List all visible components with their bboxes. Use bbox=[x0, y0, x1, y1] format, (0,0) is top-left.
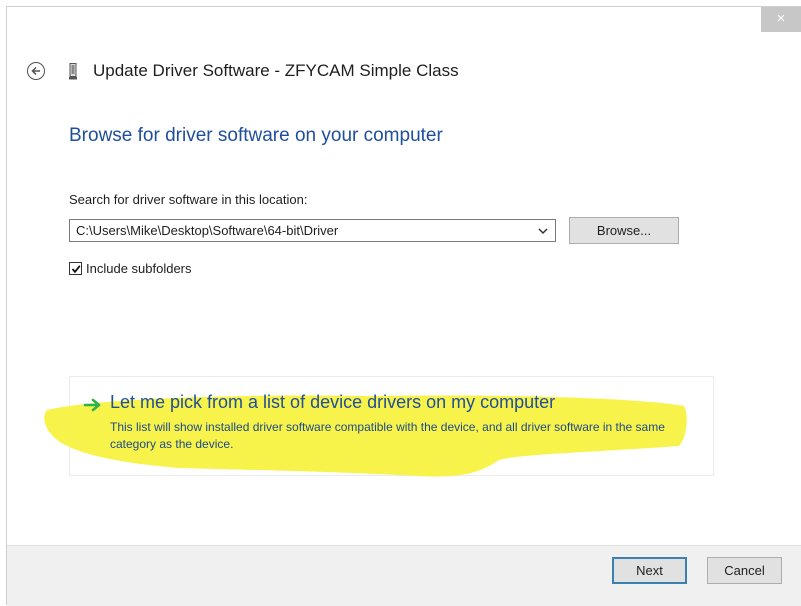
dialog-title: Update Driver Software - ZFYCAM Simple C… bbox=[93, 61, 459, 80]
back-arrow-icon bbox=[31, 66, 40, 76]
title-bar: × bbox=[7, 7, 801, 37]
include-subfolders-checkbox[interactable] bbox=[69, 262, 82, 275]
checkmark-icon bbox=[71, 264, 81, 273]
location-label: Search for driver software in this locat… bbox=[69, 192, 308, 207]
location-combobox[interactable]: C:\Users\Mike\Desktop\Software\64-bit\Dr… bbox=[69, 219, 556, 242]
chevron-down-icon[interactable] bbox=[537, 224, 549, 238]
cancel-button[interactable]: Cancel bbox=[707, 557, 782, 584]
close-button[interactable]: × bbox=[761, 7, 801, 32]
page-heading: Browse for driver software on your compu… bbox=[69, 125, 443, 146]
browse-button[interactable]: Browse... bbox=[569, 217, 679, 244]
dialog-header: Update Driver Software - ZFYCAM Simple C… bbox=[7, 55, 801, 89]
device-icon bbox=[69, 63, 77, 80]
next-button[interactable]: Next bbox=[612, 557, 687, 584]
back-button[interactable] bbox=[27, 62, 45, 80]
update-driver-dialog: × Update Driver Software - ZFYCAM Simple… bbox=[6, 6, 801, 606]
location-input-value[interactable]: C:\Users\Mike\Desktop\Software\64-bit\Dr… bbox=[76, 223, 338, 238]
include-subfolders-label: Include subfolders bbox=[86, 261, 192, 276]
pick-from-list-description: This list will show installed driver sof… bbox=[110, 420, 665, 451]
pick-from-list-link[interactable]: Let me pick from a list of device driver… bbox=[110, 392, 555, 413]
close-icon: × bbox=[776, 10, 786, 27]
green-arrow-icon bbox=[83, 398, 101, 412]
